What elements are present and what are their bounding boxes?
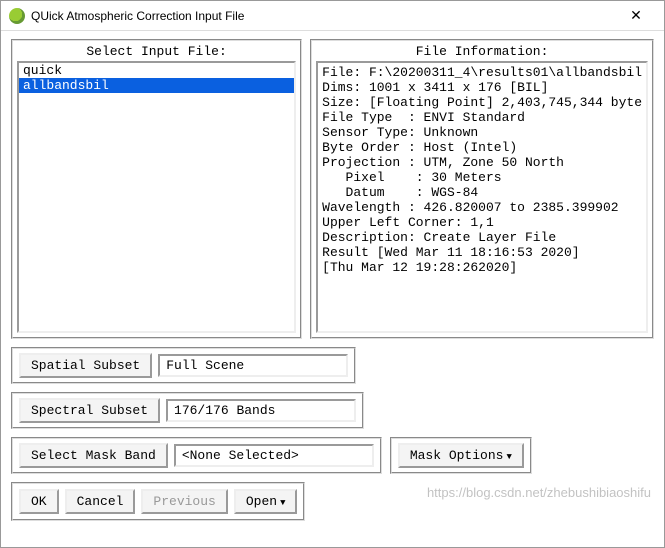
mask-options-label: Mask Options bbox=[410, 448, 504, 463]
top-panels: Select Input File: quickallbandsbil File… bbox=[11, 39, 654, 339]
client-area: Select Input File: quickallbandsbil File… bbox=[1, 31, 664, 547]
open-label: Open bbox=[246, 494, 277, 509]
select-input-panel: Select Input File: quickallbandsbil bbox=[11, 39, 302, 339]
list-item[interactable]: allbandsbil bbox=[19, 78, 294, 93]
ok-button[interactable]: OK bbox=[19, 489, 59, 514]
mask-band-value: <None Selected> bbox=[174, 444, 374, 467]
spatial-subset-row: Spatial Subset Full Scene bbox=[11, 347, 356, 384]
chevron-down-icon: ▼ bbox=[506, 452, 511, 462]
app-icon bbox=[9, 8, 25, 24]
list-item[interactable]: quick bbox=[19, 63, 294, 78]
titlebar: QUick Atmospheric Correction Input File … bbox=[1, 1, 664, 31]
mask-options-block: Mask Options▼ bbox=[390, 437, 532, 474]
chevron-down-icon: ▼ bbox=[280, 498, 285, 508]
window-title: QUick Atmospheric Correction Input File bbox=[31, 9, 616, 23]
select-input-title: Select Input File: bbox=[13, 41, 300, 61]
mask-band-block: Select Mask Band <None Selected> bbox=[11, 437, 382, 474]
input-file-list[interactable]: quickallbandsbil bbox=[17, 61, 296, 333]
mask-row: Select Mask Band <None Selected> Mask Op… bbox=[11, 437, 654, 474]
previous-button: Previous bbox=[141, 489, 227, 514]
open-button[interactable]: Open▼ bbox=[234, 489, 298, 514]
spectral-subset-value: 176/176 Bands bbox=[166, 399, 356, 422]
mask-options-button[interactable]: Mask Options▼ bbox=[398, 443, 524, 468]
spatial-subset-value: Full Scene bbox=[158, 354, 348, 377]
file-info-title: File Information: bbox=[312, 41, 652, 61]
close-icon[interactable]: ✕ bbox=[616, 2, 656, 30]
cancel-button[interactable]: Cancel bbox=[65, 489, 136, 514]
file-info-panel: File Information: File: F:\20200311_4\re… bbox=[310, 39, 654, 339]
spectral-subset-button[interactable]: Spectral Subset bbox=[19, 398, 160, 423]
select-mask-band-button[interactable]: Select Mask Band bbox=[19, 443, 168, 468]
spectral-subset-row: Spectral Subset 176/176 Bands bbox=[11, 392, 364, 429]
dialog-window: QUick Atmospheric Correction Input File … bbox=[0, 0, 665, 548]
spatial-subset-button[interactable]: Spatial Subset bbox=[19, 353, 152, 378]
file-info-text: File: F:\20200311_4\results01\allbandsbi… bbox=[316, 61, 648, 333]
bottom-button-row: OK Cancel Previous Open▼ bbox=[11, 482, 305, 521]
